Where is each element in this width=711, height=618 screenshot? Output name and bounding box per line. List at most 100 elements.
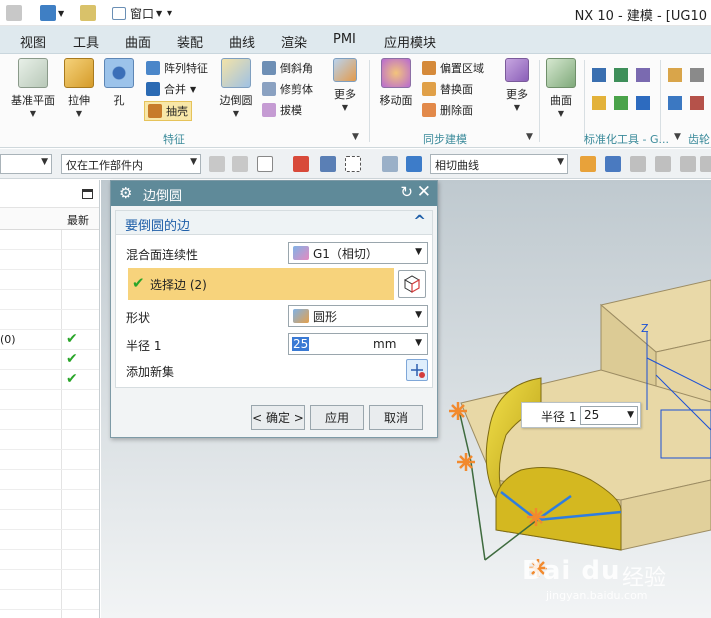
navigator-row[interactable] xyxy=(0,450,99,470)
edge-blend-button[interactable]: 边倒圆 ▼ xyxy=(216,58,256,118)
gear-tool-icon[interactable] xyxy=(690,96,704,110)
navigator-row[interactable] xyxy=(0,290,99,310)
offset-region-button[interactable]: 偏置区域 xyxy=(422,60,484,76)
navigator-row[interactable] xyxy=(0,530,99,550)
select-icon[interactable] xyxy=(382,156,398,172)
tab-render[interactable]: 渲染 xyxy=(281,32,307,51)
sync-group-expand-icon[interactable]: ▼ xyxy=(526,132,533,142)
maximize-icon[interactable] xyxy=(82,189,93,199)
tab-curve[interactable]: 曲线 xyxy=(229,32,255,51)
move-face-button[interactable]: 移动面 xyxy=(376,58,416,108)
std-tool-icon[interactable] xyxy=(614,68,628,82)
navigator-row[interactable] xyxy=(0,270,99,290)
trim-body-button[interactable]: 修剪体 xyxy=(262,81,313,97)
apply-button[interactable]: 应用 xyxy=(310,405,364,430)
draft-button[interactable]: 拔模 xyxy=(262,102,302,118)
navigator-row[interactable] xyxy=(0,610,99,618)
column-latest[interactable]: 最新 xyxy=(67,212,89,228)
std-tool-icon[interactable] xyxy=(636,68,650,82)
gear-icon[interactable]: ⚙ xyxy=(119,184,132,202)
gear-tool-icon[interactable] xyxy=(690,68,704,82)
delete-face-button[interactable]: 删除面 xyxy=(422,102,473,118)
select-edge-button[interactable] xyxy=(398,270,426,298)
select-icon[interactable] xyxy=(209,156,225,172)
std-tool-icon[interactable] xyxy=(636,96,650,110)
navigator-row[interactable] xyxy=(0,390,99,410)
cancel-button[interactable]: 取消 xyxy=(369,405,423,430)
tool-icon[interactable] xyxy=(580,156,596,172)
chamfer-button[interactable]: 倒斜角 xyxy=(262,60,313,76)
blend-continuity-select[interactable]: G1（相切） ▼ xyxy=(288,242,428,264)
box-select-icon[interactable] xyxy=(345,156,361,172)
gear-tool-icon[interactable] xyxy=(668,96,682,110)
chevron-up-icon[interactable]: ^ xyxy=(413,212,426,230)
snap-icon[interactable] xyxy=(257,156,273,172)
scope-dropdown[interactable]: 仅在工作部件内 ▼ xyxy=(61,154,201,174)
curve-rule-dropdown[interactable]: 相切曲线 ▼ xyxy=(430,154,568,174)
shell-button[interactable]: 抽壳 xyxy=(144,101,192,121)
tool-icon[interactable] xyxy=(680,156,696,172)
navigator-row[interactable] xyxy=(0,230,99,250)
chevron-down-icon: ▼ xyxy=(190,84,197,94)
navigator-row[interactable]: (0) ✔ xyxy=(0,330,99,350)
pattern-feature-button[interactable]: 阵列特征 xyxy=(146,60,208,76)
radius-input[interactable]: 25 mm ▼ xyxy=(288,333,428,355)
tool-icon[interactable] xyxy=(630,156,646,172)
ok-button[interactable]: < 确定 > xyxy=(251,405,305,430)
std-tool-icon[interactable] xyxy=(614,96,628,110)
navigator-row[interactable] xyxy=(0,250,99,270)
type-filter-dropdown[interactable]: ▼ xyxy=(0,154,52,174)
navigator-row[interactable] xyxy=(0,410,99,430)
sync-more-button[interactable]: 更多 ▼ xyxy=(502,58,532,112)
tab-pmi[interactable]: PMI xyxy=(333,32,356,47)
std-tool-icon[interactable] xyxy=(592,96,606,110)
navigator-row[interactable] xyxy=(0,430,99,450)
onscreen-radius-input[interactable]: 半径 1 25 ▼ xyxy=(521,402,641,428)
feature-more-button[interactable]: 更多 ▼ xyxy=(328,58,362,112)
std-tool-icon[interactable] xyxy=(592,68,606,82)
extrude-button[interactable]: 拉伸 ▼ xyxy=(62,58,96,118)
tab-assembly[interactable]: 装配 xyxy=(177,32,203,51)
add-new-set-button[interactable] xyxy=(406,359,428,381)
eraser-icon[interactable] xyxy=(80,4,96,22)
tool-icon[interactable] xyxy=(700,156,711,172)
navigator-row[interactable] xyxy=(0,310,99,330)
tool-icon[interactable] xyxy=(655,156,671,172)
new-file-icon[interactable] xyxy=(6,4,22,22)
navigator-row[interactable] xyxy=(0,590,99,610)
datum-plane-button[interactable]: 基准平面 ▼ xyxy=(8,58,58,118)
feature-group-expand-icon[interactable]: ▼ xyxy=(352,132,359,142)
reset-icon[interactable]: ↻ xyxy=(400,183,413,201)
replace-face-button[interactable]: 替换面 xyxy=(422,81,473,97)
cube-icon[interactable] xyxy=(406,156,422,172)
navigator-row[interactable]: ✔ xyxy=(0,370,99,390)
navigator-row[interactable] xyxy=(0,470,99,490)
navigator-row[interactable] xyxy=(0,510,99,530)
customize-icon[interactable]: ▾ xyxy=(167,4,172,22)
std-group-expand-icon[interactable]: ▼ xyxy=(674,132,681,142)
select-edge-row[interactable]: ✔ 选择边 (2) xyxy=(128,268,394,300)
point-snap-icon[interactable] xyxy=(293,156,309,172)
navigator-row[interactable]: ✔ xyxy=(0,350,99,370)
navigator-row[interactable] xyxy=(0,490,99,510)
select-icon[interactable] xyxy=(320,156,336,172)
onscreen-radius-field[interactable]: 25 ▼ xyxy=(580,406,638,425)
surface-button[interactable]: 曲面 ▼ xyxy=(544,58,578,118)
tab-application[interactable]: 应用模块 xyxy=(384,32,436,51)
part-icon[interactable]: ▼ xyxy=(40,4,64,22)
tool-icon[interactable] xyxy=(605,156,621,172)
navigator-row[interactable] xyxy=(0,570,99,590)
select-icon[interactable] xyxy=(232,156,248,172)
gear-tool-icon[interactable] xyxy=(668,68,682,82)
hole-button[interactable]: 孔 xyxy=(104,58,134,108)
tab-view[interactable]: 视图 xyxy=(20,32,46,51)
section-header[interactable]: 要倒圆的边 ^ xyxy=(116,211,432,235)
dialog-title-bar[interactable]: ⚙ 边倒圆 ↻ ✕ xyxy=(111,181,437,206)
close-icon[interactable]: ✕ xyxy=(417,182,431,202)
navigator-row[interactable] xyxy=(0,550,99,570)
shape-select[interactable]: 圆形 ▼ xyxy=(288,305,428,327)
window-menu[interactable]: 窗口 ▼ xyxy=(112,4,162,22)
tab-surface[interactable]: 曲面 xyxy=(125,32,151,51)
unite-button[interactable]: 合并 ▼ xyxy=(146,81,196,97)
tab-tools[interactable]: 工具 xyxy=(73,32,99,51)
